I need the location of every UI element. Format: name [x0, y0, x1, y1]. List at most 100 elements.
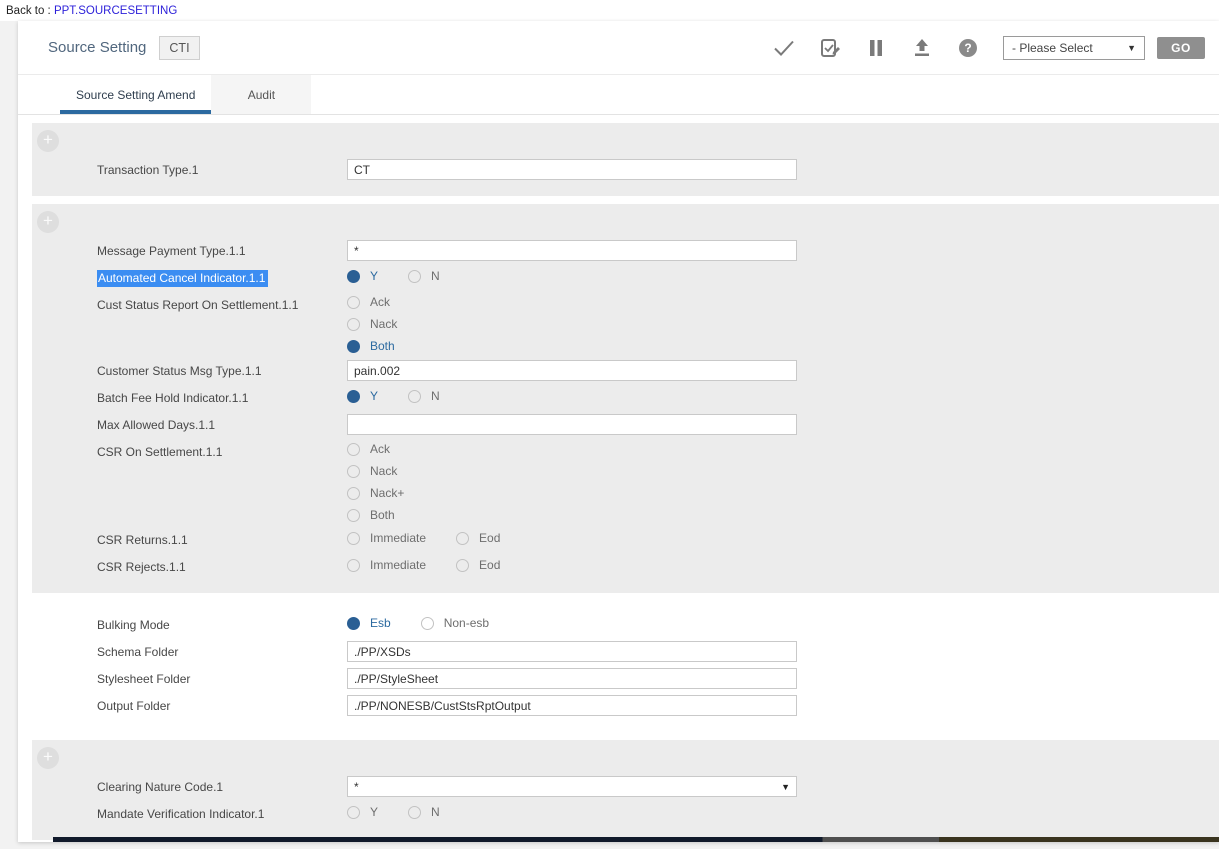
- radio-button-icon[interactable]: [408, 270, 421, 283]
- radio-label: Y: [370, 269, 378, 283]
- radio-button-icon[interactable]: [347, 443, 360, 456]
- radio-group-batch-fee-hold-indicator-1-1: YN: [347, 384, 470, 403]
- form-row: Mandate Verification Indicator.1YN: [32, 800, 1219, 827]
- radio-option-y[interactable]: Y: [347, 269, 378, 283]
- radio-label: Ack: [370, 442, 390, 456]
- field-select-clearing-nature-code-1[interactable]: *▼: [347, 776, 797, 797]
- record-id-badge: CTI: [159, 36, 199, 60]
- radio-button-icon[interactable]: [347, 806, 360, 819]
- field-input-max-allowed-days-1-1[interactable]: [347, 414, 797, 435]
- toolbar: ? - Please Select ▼ GO: [773, 36, 1205, 60]
- commit-icon[interactable]: [773, 37, 795, 59]
- field-input-message-payment-type-1-1[interactable]: [347, 240, 797, 261]
- horizontal-scrollbar[interactable]: [53, 837, 1219, 842]
- radio-label: Both: [370, 508, 395, 522]
- form-section: + Message Payment Type.1.1 Automated Cance…: [32, 204, 1219, 593]
- validate-icon[interactable]: [819, 37, 841, 59]
- radio-button-icon[interactable]: [347, 296, 360, 309]
- radio-option-y[interactable]: Y: [347, 805, 378, 819]
- radio-button-icon[interactable]: [347, 340, 360, 353]
- radio-label: Immediate: [370, 558, 426, 572]
- tab-audit[interactable]: Audit: [211, 75, 311, 114]
- radio-button-icon[interactable]: [408, 390, 421, 403]
- radio-label: Eod: [479, 531, 500, 545]
- field-input-schema-folder[interactable]: [347, 641, 797, 662]
- add-multivalue-icon[interactable]: +: [37, 211, 59, 233]
- radio-group-csr-rejects-1-1: Immediate Eod: [347, 553, 530, 572]
- radio-label: Nack: [370, 464, 397, 478]
- radio-group-automated-cancel-indicator-1-1: YN: [347, 264, 470, 283]
- add-multivalue-icon[interactable]: +: [37, 130, 59, 152]
- form-section: +Transaction Type.1: [32, 123, 1219, 196]
- field-label-csr-on-settlement-1-1: CSR On Settlement.1.1: [97, 438, 347, 459]
- radio-button-icon[interactable]: [347, 532, 360, 545]
- form-section: Bulking Mode Esb Non-esb Schema FolderStyle…: [32, 601, 1219, 732]
- radio-option-non-esb[interactable]: Non-esb: [421, 616, 489, 630]
- radio-option-n[interactable]: N: [408, 269, 440, 283]
- radio-button-icon[interactable]: [347, 390, 360, 403]
- radio-option-nack[interactable]: Nack: [347, 313, 397, 335]
- radio-option-ack[interactable]: Ack: [347, 291, 397, 313]
- radio-option-n[interactable]: N: [408, 805, 440, 819]
- radio-option-eod[interactable]: Eod: [456, 531, 500, 545]
- radio-option-both[interactable]: Both: [347, 504, 404, 526]
- radio-option-both[interactable]: Both: [347, 335, 397, 357]
- radio-group-cust-status-report-on-settlement-1-1: Ack Nack Both: [347, 291, 397, 357]
- tab-source-setting-amend[interactable]: Source Setting Amend: [60, 75, 211, 114]
- radio-group-mandate-verification-indicator-1: YN: [347, 800, 470, 819]
- radio-group-csr-returns-1-1: Immediate Eod: [347, 526, 530, 545]
- radio-option-y[interactable]: Y: [347, 389, 378, 403]
- radio-button-icon[interactable]: [408, 806, 421, 819]
- field-label-clearing-nature-code-1: Clearing Nature Code.1: [97, 773, 347, 794]
- radio-label: Eod: [479, 558, 500, 572]
- field-label-automated-cancel-indicator-1-1: Automated Cancel Indicator.1.1: [97, 264, 347, 285]
- upload-icon[interactable]: [911, 37, 933, 59]
- radio-button-icon[interactable]: [347, 465, 360, 478]
- radio-label: Esb: [370, 616, 391, 630]
- field-label-customer-status-msg-type-1-1: Customer Status Msg Type.1.1: [97, 357, 347, 378]
- radio-option-n[interactable]: N: [408, 389, 440, 403]
- field-label-message-payment-type-1-1: Message Payment Type.1.1: [97, 237, 347, 258]
- radio-button-icon[interactable]: [347, 270, 360, 283]
- radio-label: Non-esb: [444, 616, 489, 630]
- field-label-stylesheet-folder: Stylesheet Folder: [97, 665, 347, 686]
- radio-group-bulking-mode: Esb Non-esb: [347, 611, 519, 630]
- field-label-bulking-mode: Bulking Mode: [97, 611, 347, 632]
- radio-button-icon[interactable]: [347, 559, 360, 572]
- radio-label: N: [431, 389, 440, 403]
- field-input-output-folder[interactable]: [347, 695, 797, 716]
- form-row: Batch Fee Hold Indicator.1.1YN: [32, 384, 1219, 411]
- field-input-customer-status-msg-type-1-1[interactable]: [347, 360, 797, 381]
- help-icon[interactable]: ?: [957, 37, 979, 59]
- form-row: Schema Folder: [32, 638, 1219, 665]
- radio-button-icon[interactable]: [347, 617, 360, 630]
- back-link[interactable]: PPT.SOURCESETTING: [54, 5, 177, 17]
- radio-option-esb[interactable]: Esb: [347, 616, 391, 630]
- field-input-stylesheet-folder[interactable]: [347, 668, 797, 689]
- radio-button-icon[interactable]: [456, 559, 469, 572]
- chevron-down-icon: ▼: [1127, 43, 1136, 53]
- back-label: Back to :: [6, 5, 51, 17]
- radio-option-immediate[interactable]: Immediate: [347, 531, 426, 545]
- field-input-transaction-type-1[interactable]: [347, 159, 797, 180]
- radio-button-icon[interactable]: [347, 509, 360, 522]
- radio-button-icon[interactable]: [421, 617, 434, 630]
- form-row: Clearing Nature Code.1*▼: [32, 773, 1219, 800]
- field-label-mandate-verification-indicator-1: Mandate Verification Indicator.1: [97, 800, 347, 821]
- add-multivalue-icon[interactable]: +: [37, 747, 59, 769]
- radio-button-icon[interactable]: [347, 318, 360, 331]
- radio-button-icon[interactable]: [456, 532, 469, 545]
- go-button[interactable]: GO: [1157, 37, 1205, 59]
- hold-icon[interactable]: [865, 37, 887, 59]
- form-row: Customer Status Msg Type.1.1: [32, 357, 1219, 384]
- radio-option-eod[interactable]: Eod: [456, 558, 500, 572]
- radio-option-nack[interactable]: Nack+: [347, 482, 404, 504]
- radio-label: Nack+: [370, 486, 404, 500]
- radio-button-icon[interactable]: [347, 487, 360, 500]
- action-select[interactable]: - Please Select ▼: [1003, 36, 1145, 60]
- form-row: Automated Cancel Indicator.1.1YN: [32, 264, 1219, 291]
- radio-option-ack[interactable]: Ack: [347, 438, 404, 460]
- radio-label: Nack: [370, 317, 397, 331]
- radio-option-nack[interactable]: Nack: [347, 460, 404, 482]
- radio-option-immediate[interactable]: Immediate: [347, 558, 426, 572]
